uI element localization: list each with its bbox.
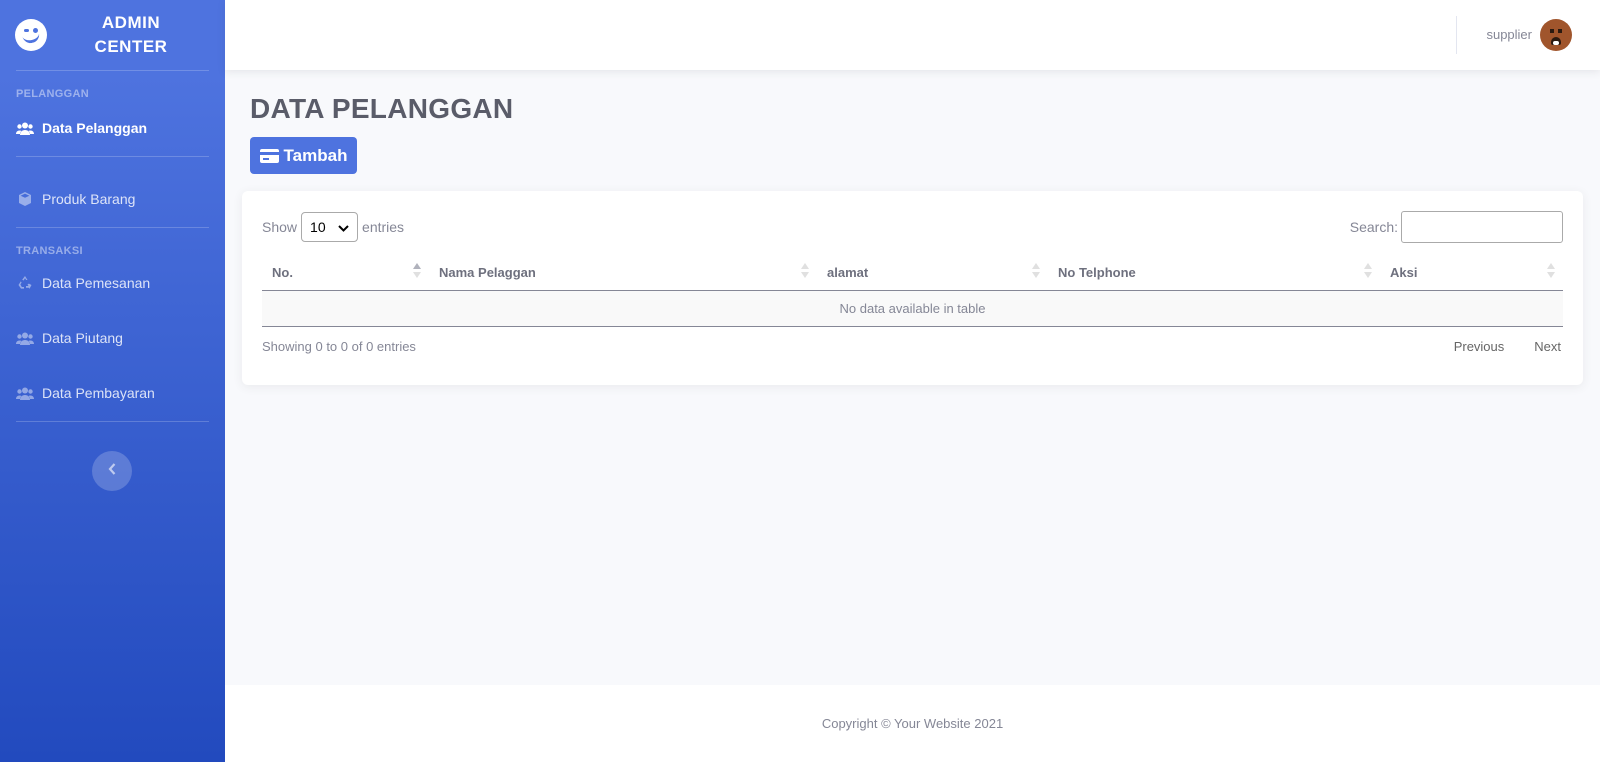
column-header-no[interactable]: No. (262, 255, 429, 291)
laugh-wink-icon (15, 19, 47, 51)
column-header-label: Aksi (1390, 264, 1418, 280)
column-header-label: No. (272, 264, 293, 280)
brand[interactable]: ADMIN CENTER (0, 0, 225, 70)
sort-icon (413, 263, 421, 281)
next-button[interactable]: Next (1534, 339, 1561, 354)
column-header-label: Nama Pelaggan (439, 264, 536, 280)
users-icon (16, 331, 34, 345)
column-header-label: alamat (827, 264, 869, 280)
table-header-row: No. Nama Pelaggan alamat No Telphone Aks… (262, 255, 1563, 291)
sidebar-item-data-pemesanan[interactable]: Data Pemesanan (0, 261, 225, 305)
search-input[interactable] (1401, 211, 1563, 243)
sidebar-divider (16, 421, 209, 422)
chevron-down-icon (338, 219, 349, 235)
brand-text: ADMIN CENTER (47, 11, 225, 59)
previous-button[interactable]: Previous (1454, 339, 1505, 354)
show-label: Show (262, 219, 298, 235)
credit-card-icon (259, 148, 279, 163)
sort-icon (1364, 263, 1372, 281)
sidebar-item-label: Data Pelanggan (42, 120, 148, 136)
data-table-card: Show 10 entries Search: No. Nama Pelagga… (242, 191, 1583, 385)
sidebar: ADMIN CENTER PELANGGAN Data Pelanggan Pr… (0, 0, 225, 762)
page-length-control: Show 10 entries (262, 212, 404, 242)
sort-icon (1547, 263, 1555, 281)
sidebar-item-data-pelanggan[interactable]: Data Pelanggan (0, 106, 225, 150)
recycle-icon (16, 276, 34, 290)
sort-icon (1032, 263, 1040, 281)
add-button[interactable]: Tambah (250, 137, 357, 174)
table-info: Showing 0 to 0 of 0 entries (262, 339, 416, 354)
copyright-text: Copyright © Your Website 2021 (821, 716, 1004, 731)
sidebar-divider (16, 156, 209, 157)
sort-icon (801, 263, 809, 281)
sidebar-item-data-pembayaran[interactable]: Data Pembayaran (0, 371, 225, 415)
empty-table-message: No data available in table (262, 290, 1563, 327)
entries-label: entries (362, 219, 405, 235)
page-title: DATA PELANGGAN (250, 93, 514, 124)
avatar[interactable] (1540, 19, 1572, 51)
column-header-aksi[interactable]: Aksi (1380, 255, 1563, 291)
sidebar-item-data-piutang[interactable]: Data Piutang (0, 316, 225, 360)
chevron-left-icon (108, 462, 116, 480)
page-length-select[interactable]: 10 (301, 212, 359, 242)
data-table: No. Nama Pelaggan alamat No Telphone Aks… (262, 255, 1563, 327)
column-header-alamat[interactable]: alamat (817, 255, 1048, 291)
add-button-label: Tambah (283, 145, 348, 165)
sidebar-item-produk-barang[interactable]: Produk Barang (0, 177, 225, 221)
sidebar-item-label: Data Pemesanan (42, 275, 151, 291)
cube-icon (16, 192, 34, 206)
sidebar-heading-pelanggan: PELANGGAN (16, 88, 89, 100)
sidebar-item-label: Data Pembayaran (42, 385, 155, 401)
users-icon (16, 386, 34, 400)
topbar: supplier (225, 0, 1600, 70)
search-label: Search: (1349, 219, 1398, 235)
brand-line-1: ADMIN (101, 13, 161, 32)
sidebar-item-label: Data Piutang (42, 330, 123, 346)
search-control: Search: (1350, 211, 1563, 243)
footer: Copyright © Your Website 2021 (225, 685, 1600, 762)
sidebar-heading-transaksi: TRANSAKSI (16, 245, 83, 257)
topbar-divider (1456, 16, 1457, 54)
page-length-value: 10 (310, 219, 326, 235)
brand-line-2: CENTER (94, 37, 168, 56)
user-name[interactable]: supplier (1486, 27, 1532, 42)
column-header-telphone[interactable]: No Telphone (1048, 255, 1380, 291)
table-row: No data available in table (262, 290, 1563, 327)
pagination: Previous Next (1454, 339, 1561, 354)
users-icon (16, 121, 34, 135)
sidebar-toggle-button[interactable] (92, 451, 132, 491)
column-header-label: No Telphone (1058, 264, 1136, 280)
sidebar-item-label: Produk Barang (42, 191, 136, 207)
column-header-nama[interactable]: Nama Pelaggan (429, 255, 817, 291)
